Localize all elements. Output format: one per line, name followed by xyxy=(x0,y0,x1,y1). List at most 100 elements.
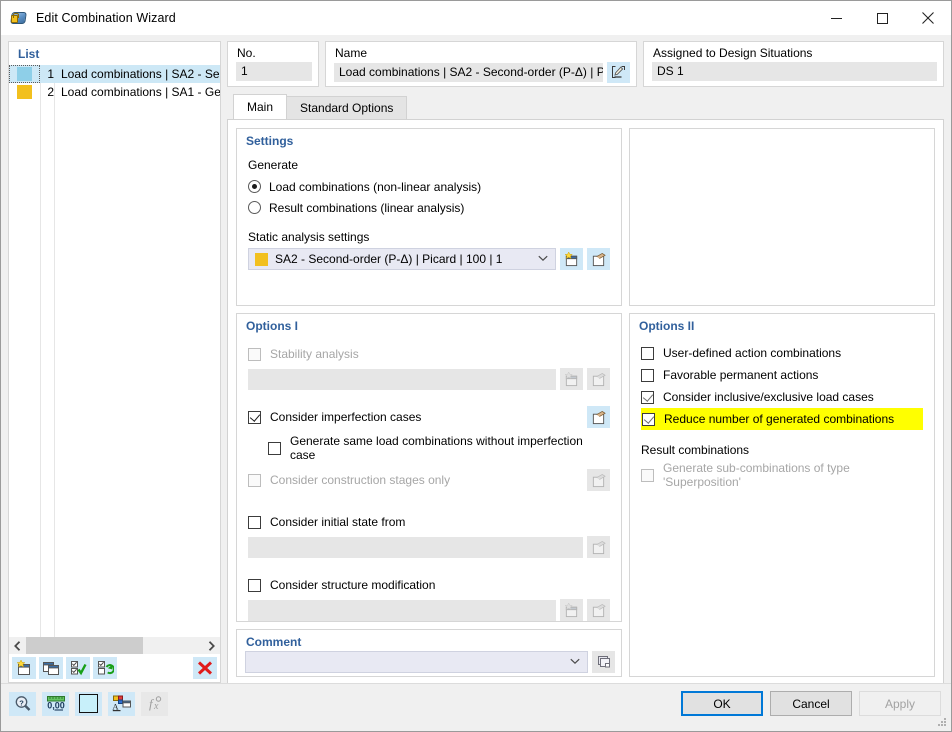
structure-modification-field-row xyxy=(248,599,610,621)
checkbox-stability-analysis-label: Stability analysis xyxy=(270,347,359,361)
checkbox-icon[interactable] xyxy=(641,368,654,382)
edit-imperfection-cases-button[interactable] xyxy=(587,406,610,428)
design-situations-title: Assigned to Design Situations xyxy=(653,46,813,60)
list-body[interactable]: 1 Load combinations | SA2 - Secon 2 Load… xyxy=(9,64,220,637)
new-static-analysis-button[interactable] xyxy=(560,248,583,270)
checkbox-user-defined-action-combinations-label: User-defined action combinations xyxy=(663,346,842,360)
checkbox-icon[interactable] xyxy=(248,473,261,487)
list-item[interactable]: 1 Load combinations | SA2 - Secon xyxy=(9,65,220,83)
radio-button-icon[interactable] xyxy=(248,201,261,214)
comment-library-button[interactable] xyxy=(592,651,615,673)
options-ii-group: Options II User-defined action combinati… xyxy=(629,313,935,677)
stability-analysis-input[interactable] xyxy=(248,368,556,390)
edit-static-analysis-button[interactable] xyxy=(587,248,610,270)
list-toolbar xyxy=(9,654,220,682)
checkbox-icon[interactable] xyxy=(641,346,654,360)
checkbox-icon[interactable] xyxy=(248,515,261,529)
checkbox-generate-sub-combinations[interactable]: Generate sub-combinations of type 'Super… xyxy=(641,461,923,489)
list-item-label: Load combinations | SA2 - Secon xyxy=(61,67,220,81)
result-combinations-label: Result combinations xyxy=(641,443,750,457)
initial-state-input[interactable] xyxy=(248,536,583,558)
radio-load-combinations[interactable]: Load combinations (non-linear analysis) xyxy=(248,176,610,197)
comment-input[interactable] xyxy=(245,651,588,673)
formula-button[interactable]: f x xyxy=(141,691,168,716)
name-input[interactable]: Load combinations | SA2 - Second-order (… xyxy=(334,63,603,82)
panel-left-column: Settings Generate Load combinations (non… xyxy=(236,128,622,677)
list-item[interactable]: 2 Load combinations | SA1 - Geom xyxy=(9,83,220,101)
checkbox-consider-inclusive-exclusive-load-cases[interactable]: Consider inclusive/exclusive load cases xyxy=(641,386,923,408)
edit-structure-modification-button[interactable] xyxy=(587,599,610,621)
new-structure-modification-button[interactable] xyxy=(560,599,583,621)
checkbox-favorable-permanent-actions[interactable]: Favorable permanent actions xyxy=(641,364,923,386)
design-situations-input[interactable]: DS 1 xyxy=(652,62,937,81)
new-item-button[interactable] xyxy=(12,657,36,679)
edit-initial-state-button[interactable] xyxy=(587,536,610,558)
dialog-upper-area: List 1 Load combinations | SA2 - Secon xyxy=(1,35,951,686)
color-swatch-icon xyxy=(79,694,98,713)
list-item-color-cell xyxy=(9,65,40,83)
tab-main[interactable]: Main xyxy=(233,94,288,119)
static-analysis-value: SA2 - Second-order (P-Δ) | Picard | 100 … xyxy=(275,252,503,266)
list-panel-title: List xyxy=(18,47,40,61)
checkbox-icon[interactable] xyxy=(248,347,261,361)
static-analysis-select[interactable]: SA2 - Second-order (P-Δ) | Picard | 100 … xyxy=(248,248,556,270)
checkbox-generate-same-load-combinations[interactable]: Generate same load combinations without … xyxy=(268,434,610,462)
checkbox-stability-analysis[interactable]: Stability analysis xyxy=(248,343,610,365)
resize-grip[interactable] xyxy=(936,716,948,728)
comment-group: Comment xyxy=(236,629,622,677)
checkbox-consider-initial-state[interactable]: Consider initial state from xyxy=(248,511,610,533)
cancel-button[interactable]: Cancel xyxy=(770,691,852,716)
maximize-button[interactable] xyxy=(859,2,905,34)
checkbox-consider-structure-modification[interactable]: Consider structure modification xyxy=(248,574,610,596)
delete-item-button[interactable] xyxy=(193,657,217,679)
list-item-color-cell xyxy=(9,83,40,101)
close-button[interactable] xyxy=(905,2,951,34)
checkbox-icon[interactable] xyxy=(248,410,261,424)
svg-text:x: x xyxy=(153,701,159,712)
radio-button-icon[interactable] xyxy=(248,180,261,193)
settings-group: Settings Generate Load combinations (non… xyxy=(236,128,622,306)
checkbox-reduce-number-of-generated-combinations[interactable]: Reduce number of generated combinations xyxy=(641,408,923,430)
checkbox-consider-construction-stages[interactable]: Consider construction stages only xyxy=(248,469,610,491)
scrollbar-thumb[interactable] xyxy=(26,637,143,654)
radio-result-combinations[interactable]: Result combinations (linear analysis) xyxy=(248,197,610,218)
checkbox-icon[interactable] xyxy=(641,390,654,404)
copy-item-button[interactable] xyxy=(39,657,63,679)
toggle-items-button[interactable] xyxy=(93,657,117,679)
chevron-right-icon[interactable] xyxy=(203,637,220,654)
tab-standard-options[interactable]: Standard Options xyxy=(286,96,408,119)
new-stability-case-button[interactable] xyxy=(560,368,583,390)
checkbox-icon[interactable] xyxy=(641,468,654,482)
edit-construction-stages-button[interactable] xyxy=(587,469,610,491)
main-column: No. 1 Name Load combinations | SA2 - Sec… xyxy=(221,41,944,686)
pencil-edit-icon[interactable] xyxy=(607,62,630,83)
minimize-button[interactable] xyxy=(813,2,859,34)
apply-button[interactable]: Apply xyxy=(859,691,941,716)
help-button[interactable]: ? xyxy=(9,691,36,716)
scrollbar-track[interactable] xyxy=(26,637,203,654)
settings-inner: Generate Load combinations (non-linear a… xyxy=(237,148,621,270)
color-button[interactable] xyxy=(75,691,102,716)
tab-strip: Main Standard Options xyxy=(227,94,944,119)
list-horizontal-scrollbar[interactable] xyxy=(9,637,220,654)
display-properties-button[interactable]: A xyxy=(108,691,135,716)
chevron-left-icon[interactable] xyxy=(9,637,26,654)
name-field-title: Name xyxy=(335,46,368,60)
stability-analysis-field-row xyxy=(248,368,610,390)
options-ii-inner: User-defined action combinations Favorab… xyxy=(630,333,934,489)
chevron-down-icon[interactable] xyxy=(538,254,551,265)
units-button[interactable]: 0,00 xyxy=(42,691,69,716)
edit-stability-case-button[interactable] xyxy=(587,368,610,390)
no-input[interactable]: 1 xyxy=(236,62,312,81)
checkbox-icon[interactable] xyxy=(248,578,261,592)
checkbox-icon[interactable] xyxy=(642,412,655,426)
dialog-content: List 1 Load combinations | SA2 - Secon xyxy=(1,35,951,731)
structure-modification-input[interactable] xyxy=(248,599,556,621)
chevron-down-icon[interactable] xyxy=(570,657,583,668)
check-list-button[interactable] xyxy=(66,657,90,679)
ok-button[interactable]: OK xyxy=(681,691,763,716)
checkbox-icon[interactable] xyxy=(268,441,281,455)
edit-combination-wizard-window: Edit Combination Wizard List 1 Load comb… xyxy=(0,0,952,732)
checkbox-consider-imperfection-cases[interactable]: Consider imperfection cases xyxy=(248,406,610,428)
checkbox-user-defined-action-combinations[interactable]: User-defined action combinations xyxy=(641,342,923,364)
